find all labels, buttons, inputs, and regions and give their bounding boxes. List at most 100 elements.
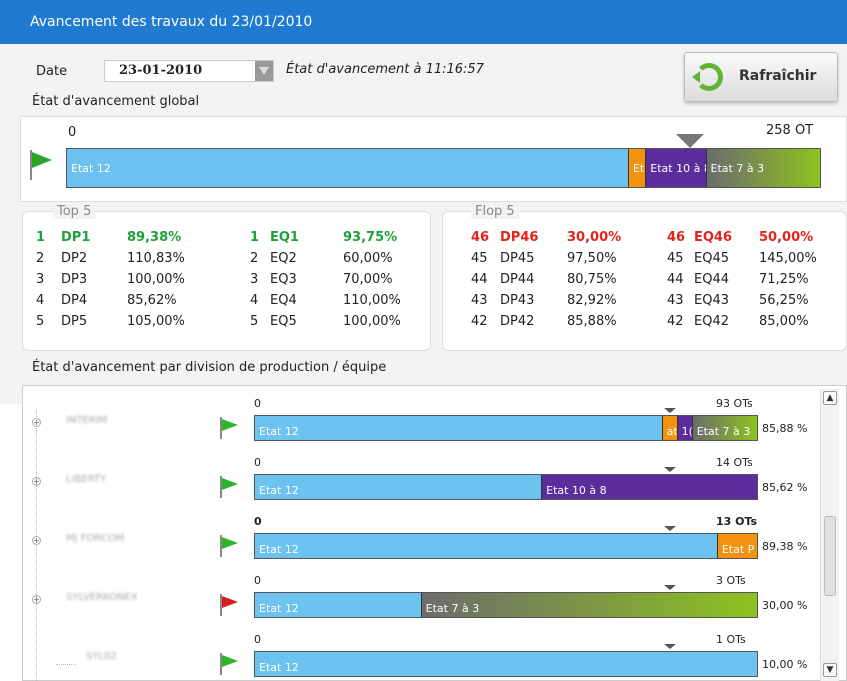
- date-value: 23-01-2010: [119, 63, 203, 78]
- rank-value: 56,25%: [759, 293, 809, 308]
- flag-icon: [30, 150, 52, 180]
- row-name[interactable]: MJ FORCOM: [66, 533, 124, 544]
- row-max: 93 OTs: [716, 397, 753, 410]
- scroll-down-icon[interactable]: ▼: [823, 663, 837, 677]
- row-progress-bar: Etat 12 Etat P: [254, 533, 758, 559]
- rank-number: 5: [250, 314, 259, 329]
- rank-number: 43: [471, 293, 488, 308]
- target-marker-icon: [664, 408, 676, 413]
- scrollbar[interactable]: ▲ ▼: [820, 389, 839, 681]
- division.rows.4-segment: Etat 12: [255, 652, 757, 676]
- rank-value: 85,88%: [567, 314, 617, 329]
- rank-name: DP5: [61, 314, 88, 329]
- global-max: 258 OT: [766, 123, 814, 138]
- rank-number: 45: [667, 251, 684, 266]
- row-max: 13 OTs: [716, 515, 758, 528]
- rank-number: 4: [36, 293, 45, 308]
- row-percent: 85,88 %: [762, 422, 808, 435]
- row-min: 0: [254, 397, 261, 410]
- rank-value: 85,00%: [759, 314, 809, 329]
- rank-value: 110,00%: [343, 293, 401, 308]
- row-min: 0: [254, 633, 261, 646]
- division.rows.3-segment: Etat 7 à 3: [420, 593, 757, 617]
- rank-number: 45: [471, 251, 488, 266]
- rank-value: 145,00%: [759, 251, 817, 266]
- rank-number: 2: [36, 251, 45, 266]
- rank-name: EQ5: [270, 314, 297, 329]
- rank-name: DP3: [61, 272, 88, 287]
- scroll-up-icon[interactable]: ▲: [823, 391, 837, 405]
- expand-icon[interactable]: +: [32, 477, 41, 486]
- refresh-button[interactable]: Rafraîchir: [684, 52, 838, 102]
- row-name[interactable]: SYL02: [86, 651, 117, 662]
- rank-number: 4: [250, 293, 259, 308]
- rank-value: 105,00%: [127, 314, 185, 329]
- flop5-title: Flop 5: [471, 204, 519, 219]
- expand-icon[interactable]: +: [32, 418, 41, 427]
- division.rows.0-segment: Etat 12: [255, 416, 662, 440]
- rank-name: DP43: [500, 293, 535, 308]
- rank-value: 30,00%: [567, 230, 622, 245]
- rank-value: 100,00%: [343, 314, 401, 329]
- division.rows.3-segment: Etat 12: [255, 593, 421, 617]
- row-max: 3 OTs: [716, 574, 746, 587]
- rank-value: 82,92%: [567, 293, 617, 308]
- row-progress-bar: Etat 12at1(Etat 7 à 3: [254, 415, 758, 441]
- division.rows.0-segment: at: [661, 416, 677, 440]
- row-progress-bar: Etat 12: [254, 651, 758, 677]
- rank-name: EQ45: [694, 251, 729, 266]
- rank-name: DP44: [500, 272, 535, 287]
- window-title: Avancement des travaux du 23/01/2010: [0, 0, 847, 44]
- rank-name: EQ46: [694, 230, 733, 245]
- rank-value: 71,25%: [759, 272, 809, 287]
- global-segment: Etat 10 à 8: [645, 149, 706, 187]
- rank-name: DP1: [61, 230, 91, 245]
- rank-name: EQ43: [694, 293, 729, 308]
- refresh-icon: [692, 63, 723, 91]
- rank-number: 3: [36, 272, 45, 287]
- rank-name: DP2: [61, 251, 88, 266]
- division.rows.0-segment: Etat 7 à 3: [691, 416, 757, 440]
- rank-number: 46: [471, 230, 490, 245]
- row-max: 14 OTs: [716, 456, 753, 469]
- rank-value: 60,00%: [343, 251, 393, 266]
- row-name[interactable]: LIBERTY: [66, 474, 106, 485]
- rank-value: 50,00%: [759, 230, 814, 245]
- global-min: 0: [68, 125, 77, 140]
- division.rows.1-segment: Etat 12: [255, 475, 542, 499]
- chevron-down-icon[interactable]: [255, 61, 273, 81]
- rank-value: 93,75%: [343, 230, 398, 245]
- division.rows.2-segment: Etat P: [716, 534, 757, 558]
- rank-value: 80,75%: [567, 272, 617, 287]
- row-min: 0: [254, 515, 262, 528]
- refresh-label: Rafraîchir: [739, 68, 817, 84]
- rank-name: DP45: [500, 251, 535, 266]
- row-percent: 30,00 %: [762, 599, 808, 612]
- division-section-title: État d'avancement par division de produc…: [32, 360, 387, 375]
- rank-number: 42: [667, 314, 684, 329]
- rank-number: 43: [667, 293, 684, 308]
- date-select[interactable]: 23-01-2010: [104, 60, 274, 82]
- expand-icon[interactable]: +: [32, 536, 41, 545]
- flag-icon: [220, 417, 242, 439]
- flag-icon: [220, 653, 242, 675]
- rank-number: 44: [471, 272, 488, 287]
- division.rows.1-segment: Etat 10 à 8: [541, 475, 757, 499]
- rank-name: EQ1: [270, 230, 299, 245]
- expand-icon[interactable]: +: [32, 595, 41, 604]
- rank-number: 3: [250, 272, 259, 287]
- flag-icon: [220, 476, 242, 498]
- target-marker-icon: [664, 467, 676, 472]
- rank-number: 2: [250, 251, 259, 266]
- rank-name: EQ4: [270, 293, 297, 308]
- rank-name: EQ3: [270, 272, 297, 287]
- top5-title: Top 5: [53, 204, 96, 219]
- row-progress-bar: Etat 12 Etat 7 à 3: [254, 592, 758, 618]
- scroll-thumb[interactable]: [824, 516, 836, 596]
- global-segment: Etat 7 à 3: [705, 149, 820, 187]
- global-segment: Etat 12: [67, 149, 628, 187]
- global-section-title: État d'avancement global: [32, 94, 200, 109]
- row-name[interactable]: INTERIM: [66, 415, 107, 426]
- division.rows.2-segment: Etat 12: [255, 534, 717, 558]
- row-name[interactable]: SYLVERKONEX: [66, 592, 138, 603]
